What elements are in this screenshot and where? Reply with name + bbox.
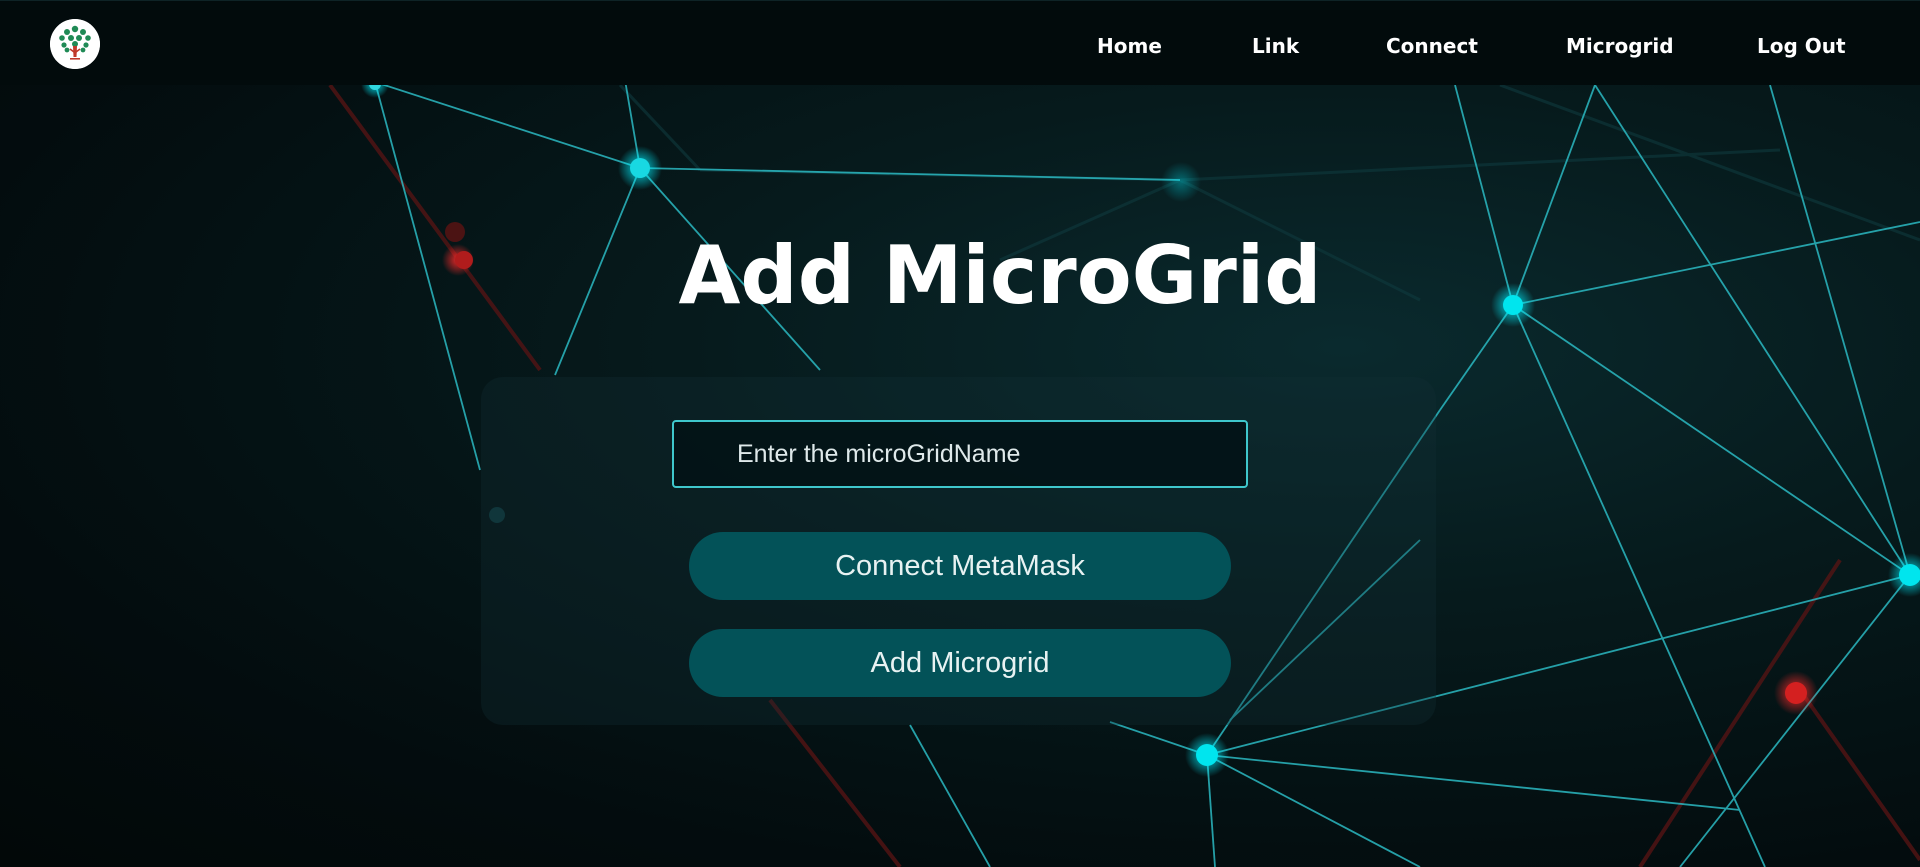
nav-link[interactable]: Link <box>1252 34 1299 58</box>
tree-logo[interactable] <box>50 19 100 69</box>
page-title: Add MicroGrid <box>0 228 1920 324</box>
tree-icon <box>50 19 100 69</box>
microgrid-name-field[interactable] <box>672 420 1248 488</box>
nav-connect[interactable]: Connect <box>1386 34 1478 58</box>
page: Home Link Connect Microgrid Log Out Add … <box>0 0 1920 867</box>
connect-metamask-button[interactable]: Connect MetaMask <box>689 532 1231 600</box>
nav-home[interactable]: Home <box>1097 34 1162 58</box>
page-title-text: Add MicroGrid <box>678 229 1322 322</box>
navbar: Home Link Connect Microgrid Log Out <box>0 0 1920 85</box>
nav-logout[interactable]: Log Out <box>1757 34 1846 58</box>
add-microgrid-button[interactable]: Add Microgrid <box>689 629 1231 697</box>
nav-microgrid[interactable]: Microgrid <box>1566 34 1674 58</box>
microgrid-name-input[interactable] <box>674 422 1246 486</box>
